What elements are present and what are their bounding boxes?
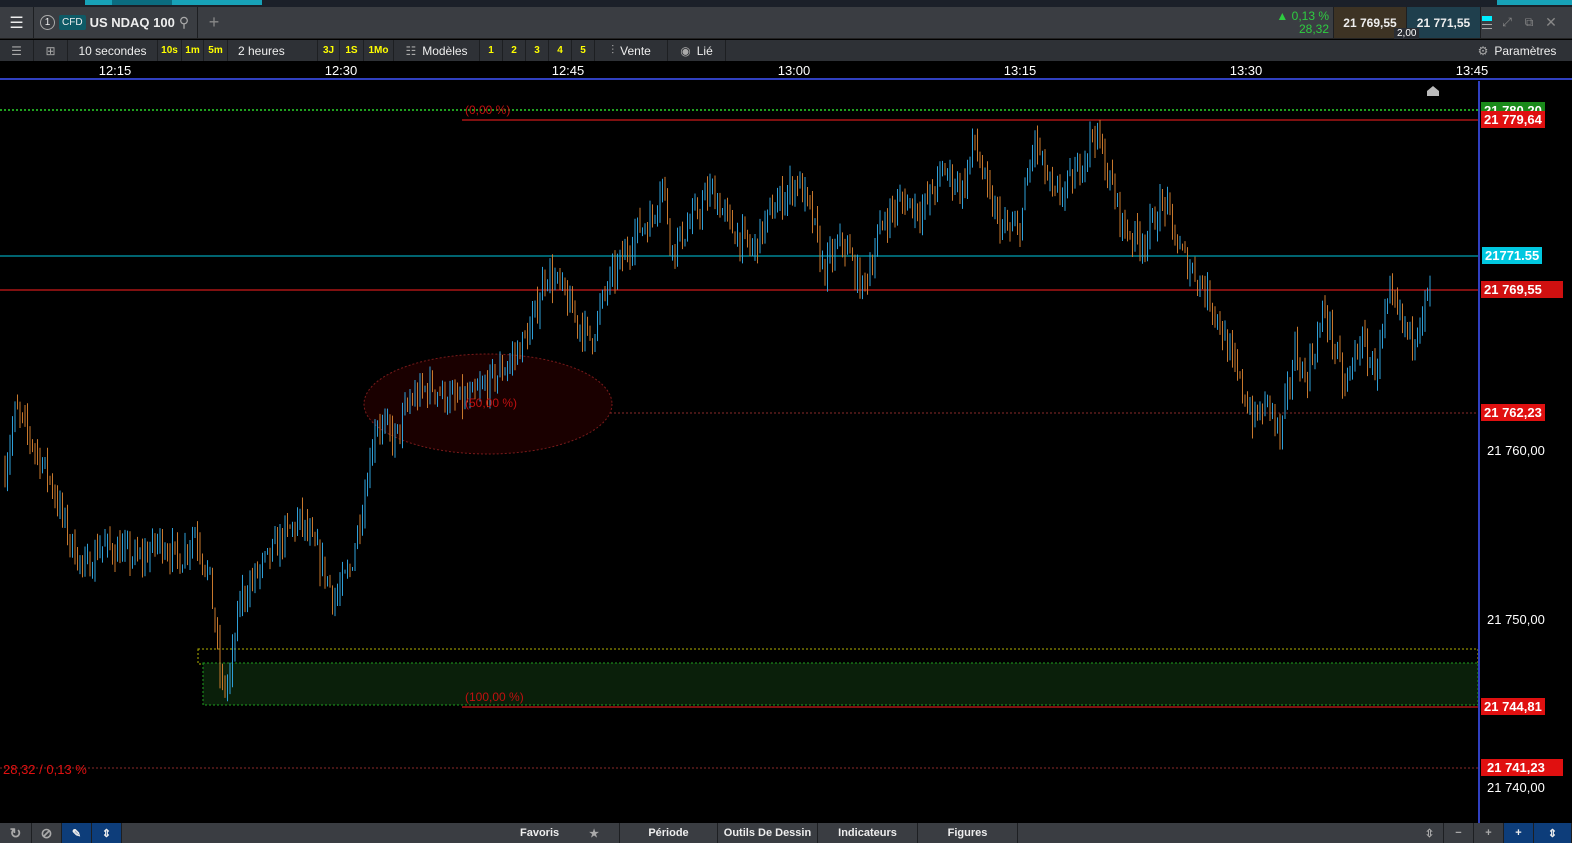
chart-toolbar: ☰ ⊞ 10 secondes 10s 1m 5m 2 heures 3J 1S… <box>0 40 1572 61</box>
sliders-icon: ☷ <box>405 43 417 58</box>
pencil-icon[interactable]: ✎ <box>62 823 92 843</box>
time-tick: 13:00 <box>777 63 811 78</box>
price-tick: 21 750,00 <box>1487 612 1545 627</box>
price-tick: 21 740,00 <box>1487 780 1545 795</box>
instrument-name: US NDAQ 100 <box>89 15 175 30</box>
high-label: 21 779,64 <box>1481 111 1545 128</box>
side-label: Vente <box>620 43 651 58</box>
green-zone[interactable] <box>202 662 1479 706</box>
time-axis: 12:15 12:30 12:45 13:00 13:15 13:30 13:4… <box>0 61 1572 80</box>
change-absolute: 28,32 <box>1298 21 1329 36</box>
zoom-in-button[interactable]: + <box>1474 823 1504 843</box>
refresh-icon[interactable]: ↻ <box>0 823 32 843</box>
instrument-selector[interactable]: 1 CFD US NDAQ 100 ⚲ <box>34 7 198 38</box>
interval-5m[interactable]: 5m <box>204 40 228 61</box>
crosshair-icon[interactable]: + <box>1504 823 1534 843</box>
favorites-button[interactable]: Favoris ★ <box>500 823 620 843</box>
depth-icon[interactable] <box>1481 7 1493 38</box>
low-label: 21 744,81 <box>1481 698 1545 715</box>
template-2[interactable]: 2 <box>503 40 526 61</box>
range-1mo[interactable]: 1Mo <box>364 40 394 61</box>
buy-label: 21771.55 <box>1482 247 1543 264</box>
templates-label: Modèles <box>422 43 468 58</box>
drawing-tools-button[interactable]: Outils De Dessin <box>718 823 818 843</box>
candles-icon: ⫶ <box>611 43 615 57</box>
layout-icon[interactable]: ⊞ <box>34 40 68 61</box>
price-change: ▲ 0,13 % 28,32 <box>1272 7 1334 38</box>
eye-icon: ◉ <box>680 43 691 58</box>
price-tick: 21 760,00 <box>1487 443 1545 458</box>
side-toggle[interactable]: ⫶ Vente <box>595 40 668 61</box>
yellow-zone[interactable] <box>197 648 1479 665</box>
bottom-toolbar: ↻ ⊘ ✎ ⇕ Favoris ★ Période Outils De Dessi… <box>0 823 1572 843</box>
time-tick: 12:30 <box>324 63 358 78</box>
spread-badge: 2,00 <box>1394 28 1420 39</box>
maximize-icon[interactable]: ⤢ <box>1497 7 1517 38</box>
time-tick: 13:15 <box>1003 63 1037 78</box>
interval-1m[interactable]: 1m <box>182 40 204 61</box>
close-icon[interactable]: ✕ <box>1541 7 1561 38</box>
expand-vertical-icon[interactable]: ⇕ <box>1534 823 1572 843</box>
time-tick: 12:15 <box>98 63 132 78</box>
menu-icon[interactable]: ☰ <box>0 7 34 38</box>
fib-label-100: (100,00 %) <box>465 690 524 704</box>
time-tick: 13:30 <box>1229 63 1263 78</box>
gear-icon: ⚙ <box>1477 43 1489 58</box>
cfd-badge: CFD <box>59 15 86 30</box>
add-tab-button[interactable]: + <box>198 7 230 38</box>
search-icon[interactable]: ⚲ <box>179 14 189 31</box>
candles <box>4 119 1431 702</box>
star-icon: ★ <box>589 827 599 840</box>
favorites-label: Favoris <box>519 827 560 839</box>
zoom-out-button[interactable]: − <box>1444 823 1474 843</box>
figures-button[interactable]: Figures <box>918 823 1018 843</box>
change-percent: ▲ 0,13 % <box>1276 8 1329 23</box>
instrument-header: ☰ 1 CFD US NDAQ 100 ⚲ + ▲ 0,13 % 28,32 2… <box>0 7 1572 39</box>
range-1s[interactable]: 1S <box>340 40 364 61</box>
linked-label: Lié <box>696 43 713 58</box>
settings-button[interactable]: ⚙ Paramètres <box>1462 40 1572 61</box>
disable-icon[interactable]: ⊘ <box>32 823 62 843</box>
list-icon[interactable]: ☰ <box>0 40 34 61</box>
template-5[interactable]: 5 <box>572 40 595 61</box>
range-dropdown[interactable]: 2 heures <box>228 40 318 61</box>
template-3[interactable]: 3 <box>526 40 549 61</box>
interval-10s[interactable]: 10s <box>158 40 182 61</box>
linked-toggle[interactable]: ◉ Lié <box>668 40 726 61</box>
fit-icon[interactable]: ⇳ <box>1416 823 1444 843</box>
workspace-tabs <box>0 0 1572 7</box>
sell-label: 21 769,55 <box>1481 281 1563 298</box>
template-4[interactable]: 4 <box>549 40 572 61</box>
price-chart[interactable] <box>0 81 1572 823</box>
change-percent-value: 0,13 % <box>1291 8 1329 23</box>
settings-label: Paramètres <box>1494 43 1557 58</box>
ref-label: 21 741,23 <box>1481 759 1563 776</box>
templates-button[interactable]: ☷ Modèles <box>394 40 480 61</box>
change-note: 28,32 / 0,13 % <box>3 762 87 777</box>
interval-dropdown[interactable]: 10 secondes <box>68 40 158 61</box>
instrument-number: 1 <box>40 15 55 30</box>
vertical-resize-icon[interactable]: ⇕ <box>92 823 122 843</box>
fib-label-0: (0,00 %) <box>465 103 511 117</box>
time-tick: 12:45 <box>551 63 585 78</box>
indicators-button[interactable]: Indicateurs <box>818 823 918 843</box>
popout-icon[interactable]: ⧉ <box>1519 7 1539 38</box>
fib-label-50: (50,00 %) <box>465 396 518 410</box>
time-tick: 13:45 <box>1455 63 1489 78</box>
mid-label: 21 762,23 <box>1481 404 1545 421</box>
range-3j[interactable]: 3J <box>318 40 340 61</box>
scroll-marker-icon[interactable] <box>1427 86 1439 96</box>
template-1[interactable]: 1 <box>480 40 503 61</box>
period-button[interactable]: Période <box>620 823 718 843</box>
